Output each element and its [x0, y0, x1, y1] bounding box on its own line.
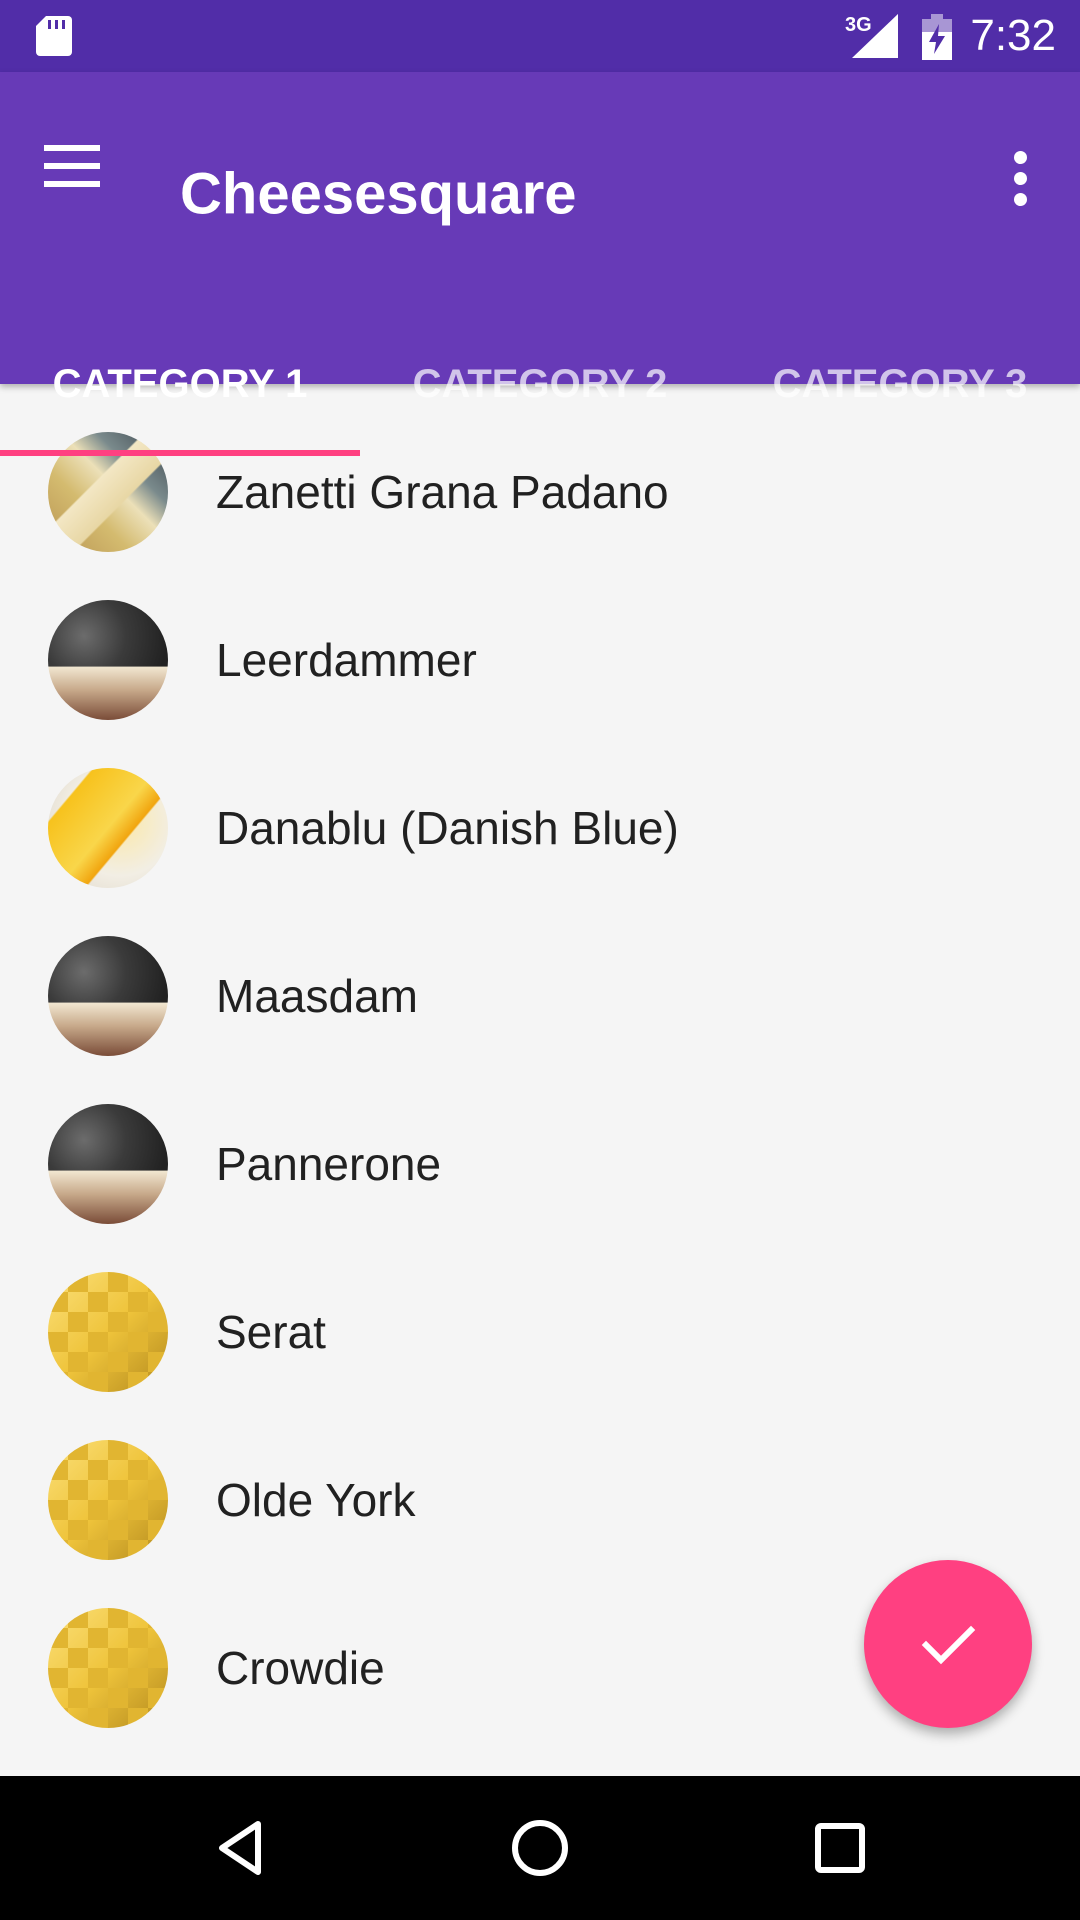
overflow-menu-button[interactable]: [972, 130, 1068, 226]
list-item[interactable]: Leerdammer: [0, 552, 1080, 720]
battery-charging-icon: [922, 14, 952, 60]
cheese-avatar: [48, 1608, 168, 1728]
cheese-name: Serat: [216, 1306, 326, 1358]
tab-category-1[interactable]: CATEGORY 1: [0, 312, 360, 456]
cheese-name: Danablu (Danish Blue): [216, 802, 679, 854]
more-vert-icon: [1013, 147, 1027, 210]
cheese-name: Pannerone: [216, 1138, 442, 1190]
list-item[interactable]: Danablu (Danish Blue): [0, 720, 1080, 888]
list-item[interactable]: Serat: [0, 1224, 1080, 1392]
list-item[interactable]: Olde York: [0, 1392, 1080, 1560]
cheese-name: Maasdam: [216, 970, 418, 1022]
category-tabs: CATEGORY 1 CATEGORY 2 CATEGORY 3: [0, 312, 1080, 456]
app-title: Cheesesquare: [180, 161, 577, 227]
tab-category-3[interactable]: CATEGORY 3: [720, 312, 1080, 456]
cheese-avatar: [48, 936, 168, 1056]
app-bar: Cheesesquare CATEGORY 1 CATEGORY 2 CATEG…: [0, 72, 1080, 456]
clock: 7:32: [970, 11, 1056, 60]
home-icon: [512, 1820, 568, 1876]
recents-icon: [815, 1823, 865, 1873]
cheese-avatar: [48, 768, 168, 888]
check-icon: [921, 1625, 976, 1665]
cheese-avatar: [48, 600, 168, 720]
cheese-name: Olde York: [216, 1474, 416, 1526]
back-icon: [219, 1821, 261, 1875]
system-navigation-bar: [0, 1776, 1080, 1920]
cell-signal-icon: [852, 14, 898, 58]
home-button[interactable]: [492, 1800, 588, 1896]
cheese-avatar: [48, 1440, 168, 1560]
tab-selection-indicator: [0, 450, 360, 456]
back-button[interactable]: [192, 1800, 288, 1896]
sd-card-icon: [36, 16, 72, 56]
check-fab-button[interactable]: [864, 1560, 1032, 1728]
hamburger-menu-icon: [44, 145, 100, 187]
navigation-menu-button[interactable]: [24, 118, 120, 214]
cheese-name: Leerdammer: [216, 634, 477, 686]
cheese-name: Crowdie: [216, 1642, 385, 1694]
list-item[interactable]: Maasdam: [0, 888, 1080, 1056]
cheese-avatar: [48, 1272, 168, 1392]
cheese-name: Zanetti Grana Padano: [216, 466, 669, 518]
status-bar: 3G 7:32: [0, 0, 1080, 72]
tab-category-2[interactable]: CATEGORY 2: [360, 312, 720, 456]
recents-button[interactable]: [792, 1800, 888, 1896]
list-item[interactable]: Pannerone: [0, 1056, 1080, 1224]
cheese-avatar: [48, 1104, 168, 1224]
